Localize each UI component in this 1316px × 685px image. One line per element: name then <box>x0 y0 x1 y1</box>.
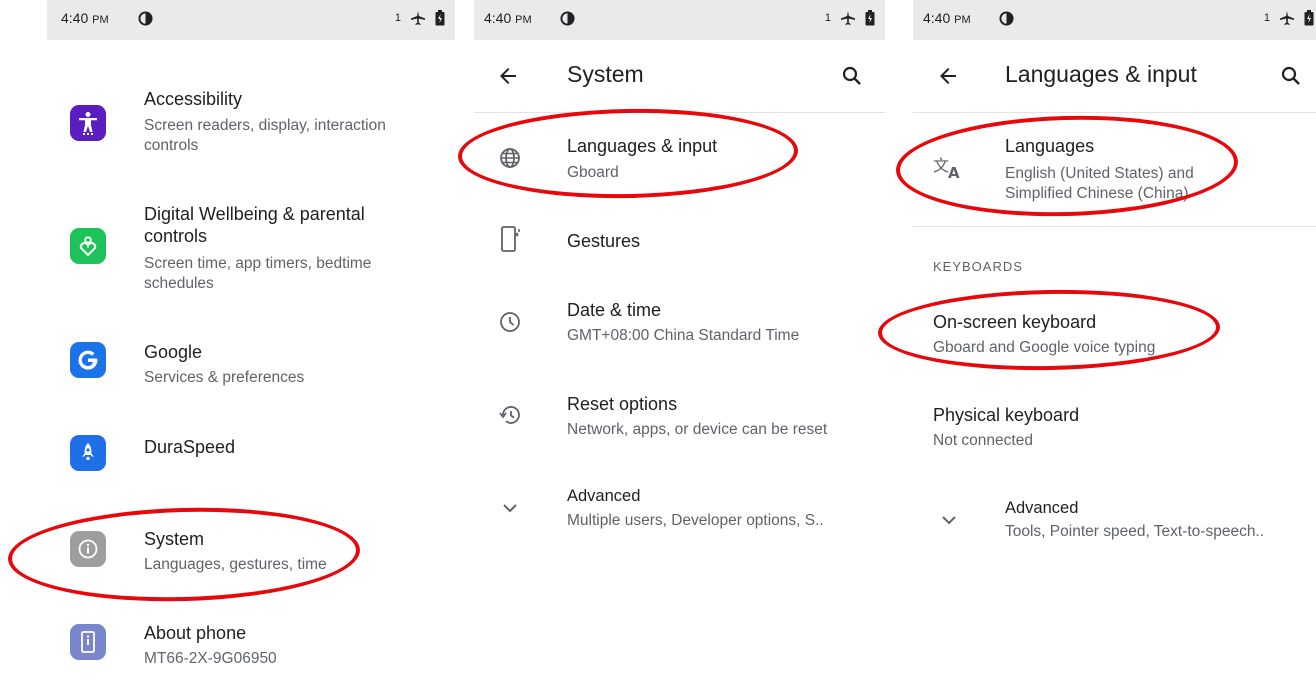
item-subtitle: Gboard <box>567 164 619 181</box>
settings-item-onscreen-keyboard[interactable]: On-screen keyboard Gboard and Google voi… <box>913 308 1316 368</box>
item-subtitle: Not connected <box>933 432 1033 449</box>
svg-text:文: 文 <box>933 156 949 175</box>
item-title: DuraSpeed <box>144 437 236 457</box>
battery-icon <box>865 10 875 26</box>
dnd-icon <box>138 11 153 26</box>
back-arrow-icon[interactable] <box>496 64 520 88</box>
item-title: Gestures <box>567 231 641 251</box>
item-title: Date & time <box>567 300 662 320</box>
rocket-icon <box>70 435 106 471</box>
settings-item-date-time[interactable]: Date & time GMT+08:00 China Standard Tim… <box>474 296 885 356</box>
settings-item-advanced[interactable]: Advanced Tools, Pointer speed, Text-to-s… <box>913 495 1316 555</box>
svg-text:A: A <box>948 164 960 180</box>
settings-item-system[interactable]: System Languages, gestures, time <box>47 527 455 587</box>
dnd-icon <box>999 11 1014 26</box>
status-time: 4:40 PM <box>484 10 532 26</box>
system-settings-screen: 4:40 PM 1 System Languages & input Gboar… <box>474 0 885 685</box>
item-title: Digital Wellbeing & parental controls <box>144 204 365 246</box>
item-subtitle: Screen readers, display, interaction con… <box>144 117 386 154</box>
item-title: Languages <box>1005 136 1095 156</box>
back-arrow-icon[interactable] <box>936 64 960 88</box>
google-icon <box>70 342 106 378</box>
item-title: Advanced <box>1005 499 1079 517</box>
item-subtitle: GMT+08:00 China Standard Time <box>567 327 800 344</box>
settings-item-gestures[interactable]: Gestures <box>474 225 885 275</box>
item-title: Accessibility <box>144 89 243 109</box>
settings-item-about-phone[interactable]: About phone MT66-2X-9G06950 <box>47 620 455 680</box>
item-subtitle: Network, apps, or device can be reset <box>567 421 828 438</box>
settings-item-google[interactable]: Google Services & preferences <box>47 340 455 400</box>
page-title: Languages & input <box>1005 61 1197 87</box>
settings-item-accessibility[interactable]: Accessibility Screen readers, display, i… <box>47 86 455 166</box>
sim-badge: 1 <box>1263 12 1270 24</box>
settings-item-languages[interactable]: 文A Languages English (United States) and… <box>913 130 1316 210</box>
battery-icon <box>435 10 445 26</box>
settings-item-languages-input[interactable]: Languages & input Gboard <box>474 130 885 190</box>
settings-item-reset-options[interactable]: Reset options Network, apps, or device c… <box>474 390 885 450</box>
item-title: System <box>144 529 205 549</box>
search-icon[interactable] <box>1279 64 1303 88</box>
settings-item-advanced[interactable]: Advanced Multiple users, Developer optio… <box>474 483 885 543</box>
item-subtitle: MT66-2X-9G06950 <box>144 650 277 667</box>
divider <box>913 226 1316 227</box>
battery-icon <box>1304 10 1314 26</box>
phone-icon <box>70 624 106 660</box>
settings-screen-main: 4:40 PM 1 Accessibility Screen readers, … <box>47 0 455 685</box>
languages-input-screen: 4:40 PM 1 Languages & input 文A Languages… <box>913 0 1316 685</box>
sim-badge: 1 <box>824 12 831 24</box>
globe-icon <box>500 148 520 168</box>
translate-icon: 文A <box>933 156 960 180</box>
page-title: System <box>567 61 644 87</box>
chevron-down-icon <box>942 516 956 525</box>
gestures-icon <box>501 226 520 252</box>
app-bar: Languages & input <box>913 40 1316 113</box>
section-header-keyboards: KEYBOARDS <box>933 259 1023 274</box>
search-icon[interactable] <box>840 64 864 88</box>
status-time: 4:40 PM <box>923 10 971 26</box>
sim-badge: 1 <box>394 12 401 24</box>
clock-icon <box>500 312 520 332</box>
item-subtitle: Languages, gestures, time <box>144 556 327 573</box>
info-icon <box>70 531 106 567</box>
status-bar: 4:40 PM 1 <box>474 0 885 40</box>
airplane-mode-icon <box>841 11 855 25</box>
status-bar: 4:40 PM 1 <box>47 0 455 40</box>
item-title: Physical keyboard <box>933 405 1080 425</box>
settings-item-duraspeed[interactable]: DuraSpeed <box>47 430 455 490</box>
item-title: About phone <box>144 623 247 643</box>
wellbeing-heart-icon <box>70 228 106 264</box>
item-subtitle: Tools, Pointer speed, Text-to-speech.. <box>1005 523 1265 540</box>
chevron-down-icon <box>503 504 517 513</box>
restore-icon <box>499 406 520 424</box>
airplane-mode-icon <box>411 11 425 25</box>
item-title: On-screen keyboard <box>933 312 1097 332</box>
item-subtitle: Services & preferences <box>144 369 305 386</box>
settings-item-physical-keyboard[interactable]: Physical keyboard Not connected <box>913 402 1316 462</box>
item-subtitle: Gboard and Google voice typing <box>933 339 1156 356</box>
airplane-mode-icon <box>1280 11 1294 25</box>
dnd-icon <box>560 11 575 26</box>
item-title: Advanced <box>567 487 641 505</box>
item-subtitle-line2: Simplified Chinese (China) <box>1005 185 1189 202</box>
status-bar: 4:40 PM 1 <box>913 0 1316 40</box>
item-subtitle: Multiple users, Developer options, S.. <box>567 512 824 529</box>
status-time: 4:40 PM <box>61 10 109 26</box>
settings-item-digital-wellbeing[interactable]: Digital Wellbeing & parental controls Sc… <box>47 203 455 303</box>
item-title: Reset options <box>567 394 678 414</box>
item-title: Google <box>144 342 203 362</box>
app-bar: System <box>474 40 885 113</box>
accessibility-icon <box>70 105 106 141</box>
item-title: Languages & input <box>567 136 718 156</box>
item-subtitle: Screen time, app timers, bedtime schedul… <box>144 255 372 292</box>
item-subtitle-line1: English (United States) and <box>1005 165 1194 182</box>
